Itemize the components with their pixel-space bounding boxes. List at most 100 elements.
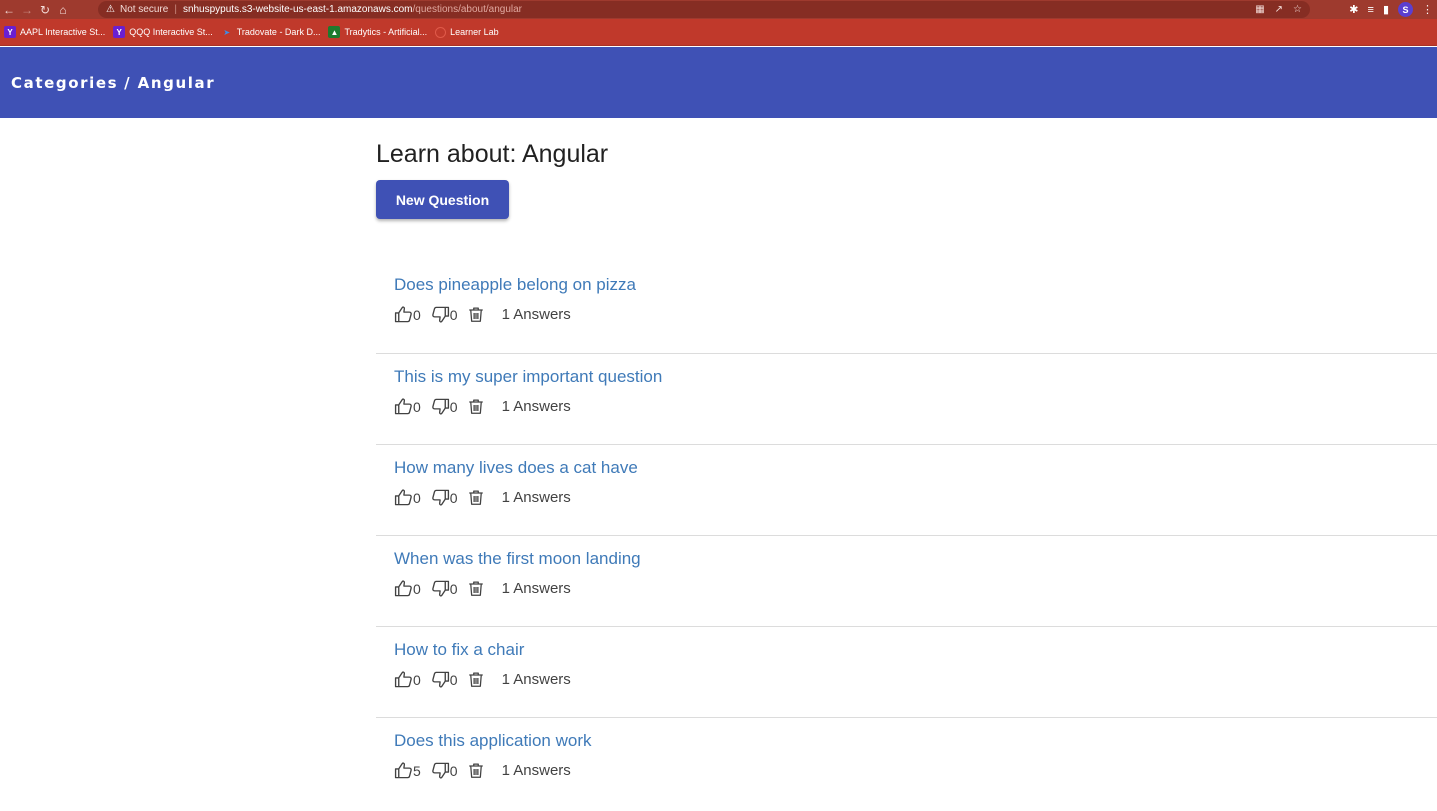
downvote-button[interactable]: 0 xyxy=(431,761,458,780)
question-title-link[interactable]: This is my super important question xyxy=(394,367,662,387)
answers-count-link[interactable]: 1 Answers xyxy=(502,398,571,415)
downvote-count: 0 xyxy=(449,398,458,415)
question-title-link[interactable]: How to fix a chair xyxy=(394,640,524,660)
trash-icon xyxy=(468,490,483,505)
delete-button[interactable] xyxy=(467,579,485,598)
downvote-button[interactable]: 0 xyxy=(431,670,458,689)
question-title-link[interactable]: Does this application work xyxy=(394,731,591,751)
downvote-count: 0 xyxy=(449,489,458,506)
downvote-button[interactable]: 0 xyxy=(431,579,458,598)
downvote-button[interactable]: 0 xyxy=(431,488,458,507)
trash-icon xyxy=(468,307,483,322)
upvote-button[interactable]: 0 xyxy=(394,305,421,324)
downvote-button[interactable]: 0 xyxy=(431,305,458,324)
delete-button[interactable] xyxy=(467,305,485,324)
question-title-link[interactable]: Does pineapple belong on pizza xyxy=(394,275,636,295)
upvote-count: 5 xyxy=(413,762,421,779)
extensions-puzzle-icon[interactable]: ✱ xyxy=(1349,3,1358,16)
answers-count-link[interactable]: 1 Answers xyxy=(502,489,571,506)
thumbs-down-icon xyxy=(431,580,449,597)
answers-count-link[interactable]: 1 Answers xyxy=(502,306,571,323)
upvote-button[interactable]: 0 xyxy=(394,397,421,416)
address-bar-actions: ▦ ↗ ☆ xyxy=(1255,1,1302,18)
url-path: /questions/about/angular xyxy=(412,4,523,15)
delete-button[interactable] xyxy=(467,761,485,780)
yahoo-icon: Y xyxy=(4,26,16,38)
url-host: snhuspyputs.s3-website-us-east-1.amazona… xyxy=(182,4,413,15)
delete-button[interactable] xyxy=(467,488,485,507)
bookmark-label: QQQ Interactive St... xyxy=(129,27,213,37)
upvote-button[interactable]: 0 xyxy=(394,670,421,689)
forward-arrow-icon[interactable]: → xyxy=(18,0,36,19)
reading-list-icon[interactable]: ≡ xyxy=(1368,4,1374,16)
thumbs-down-icon xyxy=(431,398,449,415)
back-arrow-icon[interactable]: ← xyxy=(0,0,18,19)
tradovate-icon: ➤ xyxy=(223,27,231,37)
page-title: Learn about: Angular xyxy=(376,140,609,168)
upvote-count: 0 xyxy=(413,580,421,597)
breadcrumb-separator: / xyxy=(124,73,130,92)
warning-icon[interactable]: ⚠ xyxy=(106,4,115,15)
thumbs-down-icon xyxy=(431,489,449,506)
question-item: Does pineapple belong on pizza 0 0 1 Ans… xyxy=(376,262,1437,354)
bookmark-item[interactable]: Y AAPL Interactive St... xyxy=(4,26,105,38)
url-divider: | xyxy=(174,4,177,15)
downvote-count: 0 xyxy=(449,762,458,779)
question-meta: 0 0 1 Answers xyxy=(394,488,571,507)
question-item: How many lives does a cat have 0 0 1 Ans… xyxy=(376,445,1437,536)
home-icon[interactable]: ⌂ xyxy=(54,0,72,19)
delete-button[interactable] xyxy=(467,670,485,689)
yahoo-icon: Y xyxy=(113,26,126,38)
answers-count-link[interactable]: 1 Answers xyxy=(502,762,571,779)
bookmark-label: AAPL Interactive St... xyxy=(20,27,106,37)
translate-icon[interactable]: ▦ xyxy=(1255,4,1264,15)
trash-icon xyxy=(468,399,483,414)
thumbs-up-icon xyxy=(394,306,412,323)
bookmark-item[interactable]: Y QQQ Interactive St... xyxy=(113,26,213,38)
downvote-button[interactable]: 0 xyxy=(431,397,458,416)
reload-icon[interactable]: ↻ xyxy=(36,0,54,19)
bookmark-item[interactable]: Learner Lab xyxy=(435,26,499,38)
question-meta: 0 0 1 Answers xyxy=(394,579,571,598)
browser-actions: ✱ ≡ ▮ S ⋮ xyxy=(1349,0,1433,19)
downvote-count: 0 xyxy=(449,306,458,323)
bookmarks-bar: Y AAPL Interactive St... Y QQQ Interactive… xyxy=(0,19,1437,46)
answers-count-link[interactable]: 1 Answers xyxy=(502,580,571,597)
delete-button[interactable] xyxy=(467,397,485,416)
trash-icon xyxy=(468,672,483,687)
thumbs-down-icon xyxy=(431,762,449,779)
app-toolbar: Categories / Angular xyxy=(0,47,1437,118)
question-title-link[interactable]: When was the first moon landing xyxy=(394,549,641,569)
upvote-button[interactable]: 0 xyxy=(394,579,421,598)
downvote-count: 0 xyxy=(449,671,458,688)
bookmark-item[interactable]: ➤ Tradovate - Dark D... xyxy=(221,26,321,38)
bookmark-star-icon[interactable]: ☆ xyxy=(1293,4,1302,15)
thumbs-down-icon xyxy=(431,671,449,688)
address-bar[interactable]: ⚠ Not secure | snhuspyputs.s3-website-us… xyxy=(98,1,1310,18)
new-question-button[interactable]: New Question xyxy=(376,180,509,219)
trash-icon xyxy=(468,763,483,778)
side-panel-icon[interactable]: ▮ xyxy=(1383,3,1389,16)
bookmark-item[interactable]: ▲ Tradytics - Artificial... xyxy=(328,26,427,38)
question-title-link[interactable]: How many lives does a cat have xyxy=(394,458,638,478)
question-item: When was the first moon landing 0 0 1 An… xyxy=(376,536,1437,627)
more-menu-icon[interactable]: ⋮ xyxy=(1422,3,1433,16)
question-meta: 0 0 1 Answers xyxy=(394,670,571,689)
bookmark-label: Tradovate - Dark D... xyxy=(236,27,321,37)
thumbs-up-icon xyxy=(394,762,412,779)
question-item: This is my super important question 0 0 … xyxy=(376,354,1437,445)
thumbs-up-icon xyxy=(394,489,412,506)
share-icon[interactable]: ↗ xyxy=(1275,4,1283,15)
upvote-button[interactable]: 0 xyxy=(394,488,421,507)
circle-icon xyxy=(435,26,447,38)
thumbs-up-icon xyxy=(394,398,412,415)
not-secure-label[interactable]: Not secure xyxy=(120,4,168,15)
answers-count-link[interactable]: 1 Answers xyxy=(502,671,571,688)
bookmark-label: Tradytics - Artificial... xyxy=(344,27,428,37)
trash-icon xyxy=(468,581,483,596)
profile-avatar[interactable]: S xyxy=(1398,2,1413,17)
upvote-button[interactable]: 5 xyxy=(394,761,421,780)
breadcrumb-categories[interactable]: Categories xyxy=(11,74,118,92)
browser-toolbar: ← → ↻ ⌂ ⚠ Not secure | snhuspyputs.s3-we… xyxy=(0,0,1437,19)
thumbs-up-icon xyxy=(394,580,412,597)
